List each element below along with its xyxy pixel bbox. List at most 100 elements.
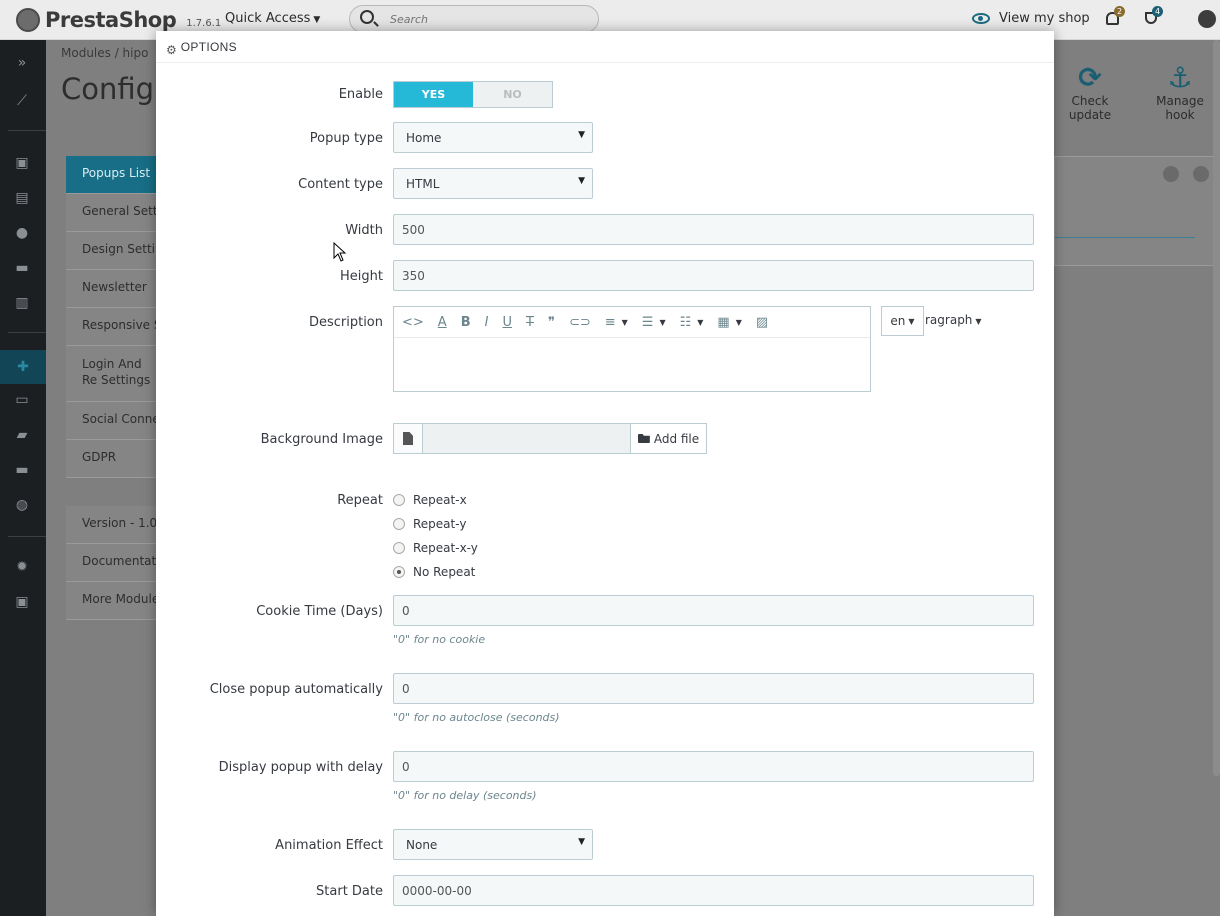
animation-row: Animation Effect None ▼ <box>156 829 1054 860</box>
chevron-down-icon: ▼ <box>697 317 704 327</box>
cookie-time-input[interactable] <box>393 595 1034 626</box>
dashboard-icon[interactable]: ⟋ <box>12 92 32 110</box>
animation-value: None <box>406 838 438 852</box>
animation-label: Animation Effect <box>275 838 383 853</box>
dropdown-arrow-icon: ▼ <box>578 176 585 186</box>
refresh-icon: ⟳ <box>1078 61 1102 94</box>
language-dropdown[interactable]: en ▼ <box>881 306 924 336</box>
file-icon <box>403 432 413 445</box>
tab-popups-list[interactable]: Popups List <box>66 156 156 194</box>
tab-design-settings[interactable]: Design Settin <box>66 232 156 270</box>
add-popup-icon[interactable] <box>1163 166 1179 182</box>
tab-more-modules[interactable]: More Module <box>66 582 156 620</box>
popup-type-label: Popup type <box>309 131 383 146</box>
tab-documentation[interactable]: Documentati <box>66 544 156 582</box>
logo[interactable]: PrestaShop 1.7.6.1 <box>16 8 221 32</box>
tab-general-settings[interactable]: General Setti <box>66 194 156 232</box>
repeat-x-y-label: Repeat-x-y <box>413 541 478 555</box>
payment-card-icon[interactable]: ▬ <box>12 461 32 479</box>
tab-gdpr[interactable]: GDPR <box>66 440 156 478</box>
modules-puzzle-icon[interactable]: ✚ <box>0 350 46 384</box>
tab-social-connect[interactable]: Social Conne <box>66 402 156 440</box>
enable-yes-option[interactable]: YES <box>394 82 473 107</box>
editor-toolbar: <> A B I U T ❞ ⊂⊃ ≡ ▼ ☰ ▼ ☷ ▼ ▦ ▼ ▨ <box>394 307 870 338</box>
check-update-label: Check update <box>1068 94 1112 122</box>
height-label: Height <box>340 269 383 284</box>
refresh-list-icon[interactable] <box>1193 166 1209 182</box>
enable-no-option[interactable]: NO <box>473 82 552 107</box>
add-file-button[interactable]: Add file <box>630 423 707 454</box>
repeat-x-y-option[interactable]: Repeat-x-y <box>393 536 478 560</box>
no-repeat-option[interactable]: No Repeat <box>393 560 478 584</box>
image-icon[interactable]: ▨ <box>756 315 768 330</box>
chevron-down-icon: ▼ <box>735 317 742 327</box>
font-color-icon[interactable]: A <box>438 315 447 330</box>
bullet-list-icon[interactable]: ☰ ▼ <box>642 315 666 330</box>
tab-responsive[interactable]: Responsive S <box>66 308 156 346</box>
settings-gear-icon[interactable]: ✹ <box>12 558 32 576</box>
file-name-field[interactable] <box>423 423 630 454</box>
width-input[interactable] <box>393 214 1034 245</box>
search-box[interactable] <box>349 5 599 33</box>
height-input[interactable] <box>393 260 1034 291</box>
close-auto-input[interactable] <box>393 673 1034 704</box>
content-type-row: Content type HTML ▼ <box>156 168 1054 199</box>
enable-switch[interactable]: YES NO <box>393 81 553 108</box>
user-avatar-icon[interactable] <box>1198 10 1216 28</box>
editor-body[interactable] <box>394 338 870 391</box>
italic-icon[interactable]: I <box>485 315 489 330</box>
international-globe-icon[interactable]: ◍ <box>12 496 32 514</box>
numbered-list-icon[interactable]: ☷ ▼ <box>680 315 704 330</box>
bold-icon[interactable]: B <box>461 315 471 330</box>
paragraph-format-dropdown[interactable]: ragraph ▼ <box>925 313 982 327</box>
shipping-truck-icon[interactable]: ▰ <box>12 426 32 444</box>
messages-icon[interactable]: ▬ <box>12 259 32 277</box>
popup-type-select[interactable]: Home ▼ <box>393 122 593 153</box>
tab-newsletter[interactable]: Newsletter <box>66 270 156 308</box>
align-icon[interactable]: ≡ ▼ <box>605 315 628 330</box>
description-editor[interactable]: <> A B I U T ❞ ⊂⊃ ≡ ▼ ☰ ▼ ☷ ▼ ▦ ▼ ▨ <box>393 306 871 392</box>
add-file-label: Add file <box>653 431 700 446</box>
delay-input[interactable] <box>393 751 1034 782</box>
blockquote-icon[interactable]: ❞ <box>548 315 555 330</box>
search-icon <box>360 10 374 24</box>
dropdown-arrow-icon: ▼ <box>578 837 585 847</box>
options-modal: ⚙ OPTIONS Enable YES NO Popup type Home … <box>156 31 1054 916</box>
quick-access-menu[interactable]: Quick Access ▼ <box>225 11 320 26</box>
animation-select[interactable]: None ▼ <box>393 829 593 860</box>
view-shop-link[interactable]: View my shop <box>972 11 1090 26</box>
cogs-icon: ⚙ <box>166 43 177 57</box>
table-icon[interactable]: ▦ ▼ <box>717 315 741 330</box>
radio-icon <box>393 494 405 506</box>
stats-icon[interactable]: ▥ <box>12 294 32 312</box>
tab-login-register[interactable]: Login And Re Settings <box>66 346 156 402</box>
logo-text: PrestaShop <box>45 8 177 32</box>
folder-open-icon <box>637 434 650 443</box>
strikethrough-icon[interactable]: T <box>526 315 534 330</box>
check-update-button[interactable]: ⟳ Check update <box>1050 61 1130 123</box>
expand-icon[interactable]: » <box>12 54 32 72</box>
underline-icon[interactable]: U <box>502 315 512 330</box>
link-icon[interactable]: ⊂⊃ <box>569 315 591 330</box>
start-date-input[interactable] <box>393 875 1034 906</box>
repeat-x-option[interactable]: Repeat-x <box>393 488 478 512</box>
repeat-radio-group: Repeat-x Repeat-y Repeat-x-y No Repeat <box>393 488 478 584</box>
search-input[interactable] <box>388 10 588 28</box>
advanced-settings-icon[interactable]: ▣ <box>12 593 32 611</box>
orders-notification-button[interactable]: 2 <box>1104 6 1125 28</box>
caret-down-icon: ▼ <box>313 15 321 25</box>
code-view-icon[interactable]: <> <box>402 315 424 330</box>
design-monitor-icon[interactable]: ▭ <box>12 391 32 409</box>
info-tabs: Version - 1.0. Documentati More Module <box>66 506 156 620</box>
repeat-y-option[interactable]: Repeat-y <box>393 512 478 536</box>
repeat-y-label: Repeat-y <box>413 517 467 531</box>
manage-hook-button[interactable]: ⚓ Manage hook <box>1140 62 1220 123</box>
content-type-select[interactable]: HTML ▼ <box>393 168 593 199</box>
catalog-store-icon[interactable]: ▤ <box>12 189 32 207</box>
customers-icon[interactable]: ● <box>12 224 32 242</box>
background-image-file-input: Add file <box>393 423 707 454</box>
delay-hint: "0" for no delay (seconds) <box>393 789 537 802</box>
customers-notification-button[interactable]: 4 <box>1142 6 1163 28</box>
page-scrollbar[interactable] <box>1213 40 1220 776</box>
orders-basket-icon[interactable]: ▣ <box>12 154 32 172</box>
